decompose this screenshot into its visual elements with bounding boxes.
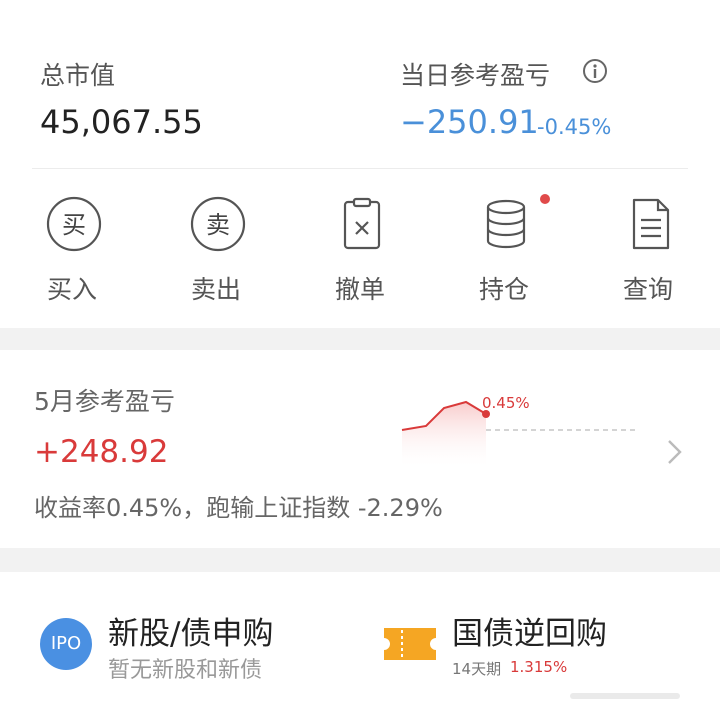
daily-pnl-percent: -0.45% (537, 115, 612, 139)
svg-text:买: 买 (62, 211, 86, 239)
total-value: 45,067.55 (40, 103, 203, 141)
summary-divider (32, 168, 688, 169)
repo-rate: 1.315% (510, 658, 568, 676)
query-label: 查询 (622, 275, 673, 304)
total-value-label: 总市值 (40, 61, 116, 90)
sell-button[interactable]: 卖 卖出 (166, 196, 266, 306)
account-summary-card: 总市值 45,067.55 当日参考盈亏 −250.91 -0.45% 买 买入… (0, 0, 720, 328)
sell-label: 卖出 (190, 275, 241, 304)
holdings-label: 持仓 (478, 275, 529, 304)
sparkline-pct-label: 0.45% (482, 394, 530, 412)
treasury-repo-entry[interactable]: 国债逆回购 14天期 1.315% (360, 572, 720, 692)
svg-text:卖: 卖 (206, 211, 230, 239)
monthly-pnl-title: 5月参考盈亏 (34, 387, 175, 416)
holdings-icon (478, 196, 534, 252)
buy-button[interactable]: 买 买入 (22, 196, 122, 306)
cancel-order-icon (334, 196, 390, 252)
holdings-button[interactable]: 持仓 (454, 196, 554, 306)
cancel-order-button[interactable]: 撤单 (310, 196, 410, 306)
ipo-title: 新股/债申购 (108, 616, 274, 652)
daily-pnl-value: −250.91 (400, 103, 539, 141)
monthly-pnl-value: +248.92 (34, 434, 169, 470)
chevron-right-icon[interactable] (666, 438, 684, 470)
monthly-pnl-sparkline: 0.45% (401, 394, 638, 470)
sell-icon: 卖 (190, 196, 246, 252)
query-icon (622, 196, 678, 252)
holdings-notification-dot (540, 194, 550, 204)
cancel-order-label: 撤单 (334, 275, 385, 304)
info-icon[interactable] (582, 58, 608, 84)
repo-term: 14天期 (452, 660, 502, 678)
ipo-badge-icon: IPO (40, 618, 92, 670)
ipo-subtitle: 暂无新股和新债 (108, 658, 263, 683)
services-card: IPO 新股/债申购 暂无新股和新债 国债逆回购 14天期 1.315% (0, 572, 720, 727)
pager-dots (570, 690, 690, 702)
daily-pnl-label: 当日参考盈亏 (400, 61, 551, 90)
ipo-subscription-entry[interactable]: IPO 新股/债申购 暂无新股和新债 (0, 572, 360, 692)
monthly-pnl-footer: 收益率0.45%，跑输上证指数 -2.29% (34, 494, 443, 522)
buy-label: 买入 (46, 275, 97, 304)
query-button[interactable]: 查询 (598, 196, 698, 306)
monthly-pnl-card[interactable]: 5月参考盈亏 +248.92 收益率0.45%，跑输上证指数 -2.29% 0.… (0, 350, 720, 548)
ticket-icon (382, 624, 438, 668)
repo-title: 国债逆回购 (452, 616, 607, 652)
buy-icon: 买 (46, 196, 102, 252)
